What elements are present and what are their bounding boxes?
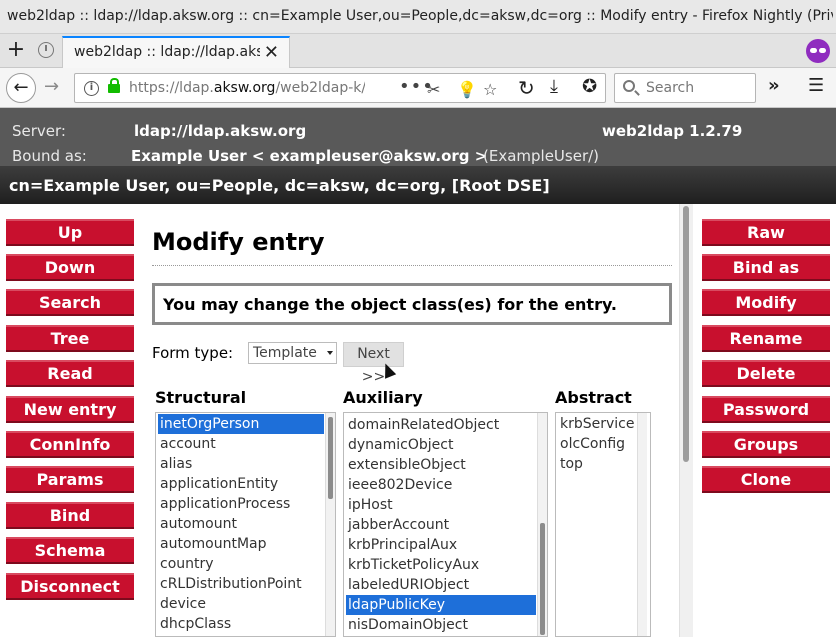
overflow-icon[interactable]: » bbox=[768, 75, 780, 96]
list-item[interactable]: krbService bbox=[558, 414, 635, 434]
message-text: You may change the object class(es) for … bbox=[163, 295, 618, 314]
info-icon[interactable]: i bbox=[84, 81, 99, 96]
page-scrollbar-thumb[interactable] bbox=[683, 206, 689, 462]
dn-text[interactable]: cn=Example User, ou=People, dc=aksw, dc=… bbox=[9, 176, 550, 195]
bookmark-star-icon[interactable]: ☆ bbox=[483, 80, 497, 99]
search-icon bbox=[623, 80, 635, 92]
list-item[interactable]: labeledURIObject bbox=[346, 575, 469, 595]
modify-button[interactable]: Modify bbox=[702, 289, 830, 316]
web2ldap-version[interactable]: web2ldap 1.2.79 bbox=[602, 122, 742, 140]
list-item[interactable]: olcConfig bbox=[558, 434, 625, 454]
structural-listbox[interactable]: inetOrgPerson account alias applicationE… bbox=[155, 412, 336, 637]
auxiliary-listbox[interactable]: domainRelatedObject dynamicObject extens… bbox=[343, 412, 548, 637]
groups-button[interactable]: Groups bbox=[702, 431, 830, 458]
abstract-listbox[interactable]: krbService olcConfig top bbox=[555, 412, 651, 637]
read-button[interactable]: Read bbox=[6, 360, 134, 387]
lightbulb-icon[interactable]: 💡 bbox=[457, 80, 477, 99]
screenshot-icon[interactable]: ✂ bbox=[427, 80, 440, 99]
tab-close-icon[interactable]: ✕ bbox=[264, 42, 279, 63]
schema-button[interactable]: Schema bbox=[6, 537, 134, 564]
hamburger-menu-icon[interactable]: ☰ bbox=[808, 75, 824, 96]
list-item[interactable]: dhcpClass bbox=[158, 614, 231, 634]
search-placeholder: Search bbox=[646, 80, 695, 96]
auxiliary-heading: Auxiliary bbox=[343, 388, 423, 407]
list-item[interactable]: krbTicketPolicyAux bbox=[346, 555, 479, 575]
list-item[interactable]: nisDomainObject bbox=[346, 615, 468, 635]
list-item[interactable]: ieee802Device bbox=[346, 475, 452, 495]
alarm-icon[interactable] bbox=[38, 42, 54, 58]
title-divider bbox=[152, 265, 672, 266]
params-button[interactable]: Params bbox=[6, 466, 134, 493]
list-item[interactable]: device bbox=[158, 594, 206, 614]
form-type-value: Template bbox=[253, 345, 317, 361]
window-title: web2ldap :: ldap://ldap.aksw.org :: cn=E… bbox=[7, 8, 833, 24]
list-item[interactable]: alias bbox=[158, 454, 192, 474]
private-browsing-icon bbox=[806, 39, 830, 63]
list-item[interactable]: account bbox=[158, 434, 216, 454]
abstract-scrollbar[interactable] bbox=[637, 413, 647, 636]
download-icon[interactable]: ⤓ bbox=[550, 76, 558, 97]
tab-label: web2ldap :: ldap://ldap.aksw bbox=[74, 44, 260, 60]
list-item[interactable]: domainRelatedObject bbox=[346, 415, 499, 435]
list-item[interactable]: country bbox=[158, 554, 214, 574]
bound-label: Bound as: bbox=[12, 147, 87, 165]
abstract-heading: Abstract bbox=[555, 388, 632, 407]
search-bar[interactable]: Search bbox=[614, 73, 756, 103]
bind-as-button[interactable]: Bind as bbox=[702, 254, 830, 281]
auxiliary-scrollbar-thumb[interactable] bbox=[540, 523, 545, 635]
list-item[interactable]: automount bbox=[158, 514, 237, 534]
form-type-label: Form type: bbox=[152, 344, 234, 362]
reload-icon[interactable]: ↻ bbox=[518, 76, 535, 100]
structural-heading: Structural bbox=[155, 388, 247, 407]
conninfo-button[interactable]: ConnInfo bbox=[6, 431, 134, 458]
chevron-down-icon bbox=[327, 351, 333, 355]
list-item[interactable]: ipHost bbox=[346, 495, 393, 515]
list-item[interactable]: top bbox=[558, 454, 583, 474]
list-item[interactable]: dynamicObject bbox=[346, 435, 453, 455]
disconnect-button[interactable]: Disconnect bbox=[6, 573, 134, 600]
list-item[interactable]: automountMap bbox=[158, 534, 267, 554]
server-label: Server: bbox=[12, 122, 66, 140]
clone-button[interactable]: Clone bbox=[702, 466, 830, 493]
bound-user-extra: (ExampleUser/) bbox=[483, 147, 600, 165]
tree-button[interactable]: Tree bbox=[6, 325, 134, 352]
lock-icon[interactable] bbox=[108, 78, 120, 93]
list-item[interactable]: extensibleObject bbox=[346, 455, 466, 475]
down-button[interactable]: Down bbox=[6, 254, 134, 281]
server-value[interactable]: ldap://ldap.aksw.org bbox=[134, 122, 306, 140]
structural-scrollbar-thumb[interactable] bbox=[328, 417, 333, 499]
nav-toolbar: ← → i https://ldap.aksw.org/web2ldap-k/m… bbox=[0, 68, 836, 108]
page-title: Modify entry bbox=[152, 228, 325, 256]
search-button[interactable]: Search bbox=[6, 289, 134, 316]
url-text[interactable]: https://ldap.aksw.org/web2ldap-k/m bbox=[129, 80, 365, 96]
list-item[interactable]: applicationEntity bbox=[158, 474, 278, 494]
dn-breadcrumb: cn=Example User, ou=People, dc=aksw, dc=… bbox=[0, 166, 836, 204]
list-item[interactable]: inetOrgPerson bbox=[158, 414, 324, 434]
list-item[interactable]: cRLDistributionPoint bbox=[158, 574, 302, 594]
ldap-header: Server: ldap://ldap.aksw.org web2ldap 1.… bbox=[0, 108, 836, 166]
window-titlebar: web2ldap :: ldap://ldap.aksw.org :: cn=E… bbox=[0, 0, 836, 34]
password-button[interactable]: Password bbox=[702, 396, 830, 423]
back-button[interactable]: ← bbox=[6, 73, 36, 103]
tab-web2ldap[interactable]: web2ldap :: ldap://ldap.aksw ✕ bbox=[62, 36, 290, 69]
tab-strip: + web2ldap :: ldap://ldap.aksw ✕ bbox=[0, 34, 836, 69]
bind-button[interactable]: Bind bbox=[6, 502, 134, 529]
new-entry-button[interactable]: New entry bbox=[6, 396, 134, 423]
bound-user[interactable]: Example User < exampleuser@aksw.org > bbox=[131, 147, 487, 165]
list-item[interactable]: jabberAccount bbox=[346, 515, 449, 535]
delete-button[interactable]: Delete bbox=[702, 360, 830, 387]
raw-button[interactable]: Raw bbox=[702, 219, 830, 246]
list-item[interactable]: krbPrincipalAux bbox=[346, 535, 457, 555]
up-button[interactable]: Up bbox=[6, 219, 134, 246]
form-type-select[interactable]: Template bbox=[248, 342, 337, 364]
forward-button[interactable]: → bbox=[44, 76, 59, 97]
list-item[interactable]: applicationProcess bbox=[158, 494, 290, 514]
rename-button[interactable]: Rename bbox=[702, 325, 830, 352]
list-item[interactable]: ldapPublicKey bbox=[346, 595, 536, 615]
next-button[interactable]: Next >> bbox=[343, 342, 404, 385]
new-tab-button[interactable]: + bbox=[4, 39, 28, 63]
message-box: You may change the object class(es) for … bbox=[152, 283, 672, 325]
library-icon[interactable]: ✪ bbox=[582, 76, 597, 97]
